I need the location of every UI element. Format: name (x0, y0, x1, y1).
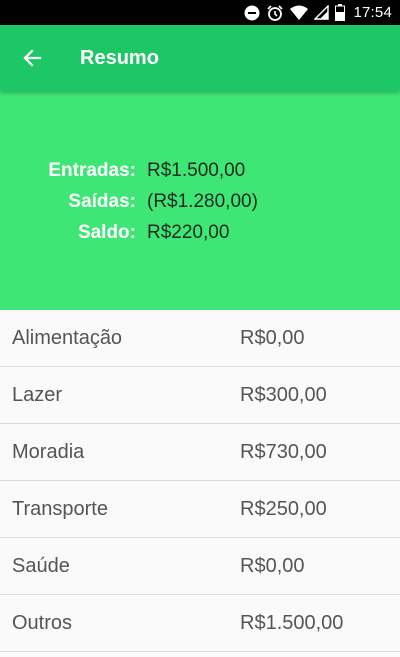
list-item[interactable]: Saúde R$0,00 (0, 538, 400, 595)
summary-label: Entradas: (48, 159, 136, 181)
category-value: R$300,00 (240, 383, 327, 406)
category-list: Alimentação R$0,00 Lazer R$300,00 Moradi… (0, 310, 400, 652)
summary-label: Saldo: (77, 221, 136, 243)
category-name: Moradia (12, 440, 85, 463)
list-item[interactable]: Alimentação R$0,00 (0, 310, 400, 367)
status-time: 17:54 (353, 4, 392, 21)
list-item[interactable]: Outros R$1.500,00 (0, 595, 400, 652)
back-button[interactable] (17, 43, 47, 73)
summary-row-entradas: Entradas: R$1.500,00 (0, 155, 400, 186)
alarm-icon (266, 0, 284, 25)
summary-table: Entradas: R$1.500,00 Saídas: (R$1.280,00… (0, 155, 400, 248)
category-value: R$250,00 (240, 497, 327, 520)
signal-icon (314, 0, 330, 25)
category-value: R$0,00 (240, 326, 305, 349)
toolbar: Resumo (0, 25, 400, 91)
list-item[interactable]: Moradia R$730,00 (0, 424, 400, 481)
category-value: R$730,00 (240, 440, 327, 463)
page-title: Resumo (80, 46, 159, 69)
category-name: Lazer (12, 383, 63, 406)
category-value: R$0,00 (240, 554, 305, 577)
summary-row-saidas: Saídas: (R$1.280,00) (0, 186, 400, 217)
wifi-icon (290, 0, 309, 25)
summary-label: Saídas: (68, 190, 136, 212)
battery-icon (335, 0, 346, 25)
list-item[interactable]: Lazer R$300,00 (0, 367, 400, 424)
summary-row-saldo: Saldo: R$220,00 (0, 217, 400, 248)
category-name: Alimentação (12, 326, 123, 349)
category-value: R$1.500,00 (240, 611, 344, 634)
status-bar: 17:54 (0, 0, 400, 25)
summary-panel: Entradas: R$1.500,00 Saídas: (R$1.280,00… (0, 91, 400, 310)
category-name: Transporte (12, 497, 108, 520)
arrow-back-icon (23, 49, 42, 67)
summary-value: R$1.500,00 (147, 159, 246, 181)
category-name: Outros (12, 611, 73, 634)
summary-value: R$220,00 (147, 221, 230, 243)
list-item[interactable]: Transporte R$250,00 (0, 481, 400, 538)
category-name: Saúde (12, 554, 70, 577)
do-not-disturb-icon (244, 0, 260, 25)
summary-value: (R$1.280,00) (147, 190, 258, 212)
